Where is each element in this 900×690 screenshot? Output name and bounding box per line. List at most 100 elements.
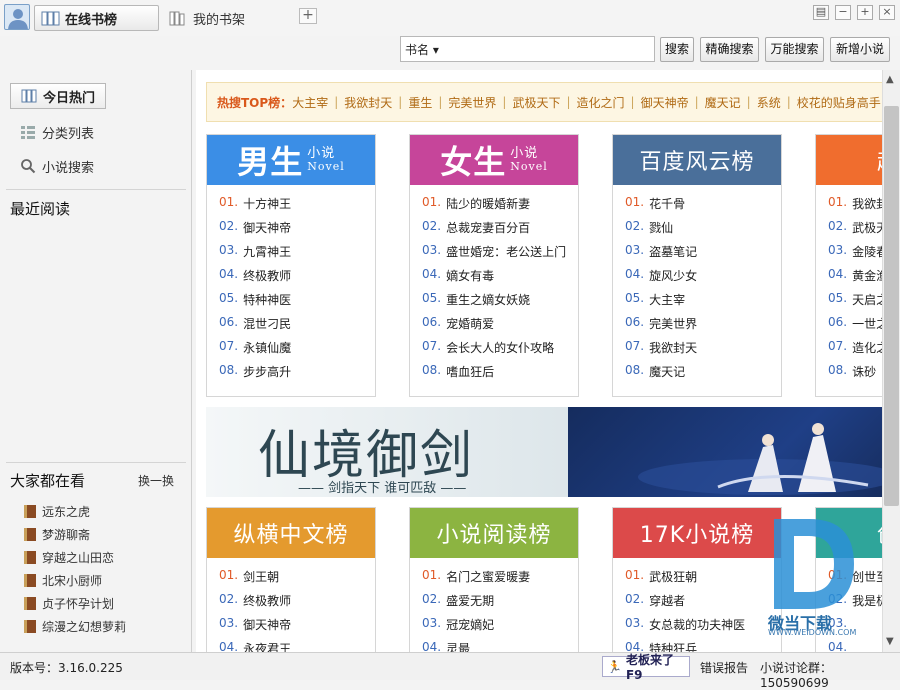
ranking-list-item[interactable]: 03. 御天神帝	[219, 616, 375, 640]
popular-book-item[interactable]: 北宋小厨师	[24, 570, 102, 590]
ranking-card-header[interactable]: 男生 小说 Novel	[207, 135, 375, 185]
ranking-list-item[interactable]: 07. 永镇仙魔	[219, 339, 375, 363]
ranking-card-header[interactable]: 起点	[816, 135, 882, 185]
ranking-list-item[interactable]: 06. 一世之尊	[828, 315, 882, 339]
ranking-list-item[interactable]: 03. 九霄神王	[219, 243, 375, 267]
popular-book-item[interactable]: 梦游聊斋	[24, 524, 90, 544]
ranking-list-item[interactable]: 06. 完美世界	[625, 315, 781, 339]
ranking-list-item[interactable]: 01. 花千骨	[625, 195, 781, 219]
ranking-list-item[interactable]: 03. 金陵春	[828, 243, 882, 267]
hot-search-item[interactable]: 完美世界	[448, 94, 496, 111]
refresh-popular-link[interactable]: 换一换	[138, 472, 174, 489]
promo-banner[interactable]: 仙境御剑 —— 剑指天下 谁可匹敌 ——	[206, 407, 882, 497]
ranking-list-item[interactable]: 08. 嗜血狂后	[422, 363, 578, 387]
close-button[interactable]: ×	[879, 5, 895, 20]
hot-search-item[interactable]: 大主宰	[292, 94, 328, 111]
ranking-list-item[interactable]: 03. 冠宠嫡妃	[422, 616, 578, 640]
exact-search-button[interactable]: 精确搜索	[700, 37, 759, 62]
ranking-list-item[interactable]: 04. 永夜君王	[219, 640, 375, 652]
ranking-list-item[interactable]: 04. 黄金渔场	[828, 267, 882, 291]
vertical-scrollbar[interactable]: ▲ ▼	[882, 70, 900, 652]
add-tab-button[interactable]: +	[299, 8, 317, 24]
hot-search-item[interactable]: 造化之门	[577, 94, 625, 111]
restore-window-button[interactable]: ▤	[813, 5, 829, 20]
hot-search-item[interactable]: 魔天记	[705, 94, 741, 111]
minimize-button[interactable]: −	[835, 5, 851, 20]
scroll-up-icon[interactable]: ▲	[886, 74, 894, 85]
ranking-list-item[interactable]: 01. 陆少的暖婚新妻	[422, 195, 578, 219]
book-title: 宠婚萌爱	[446, 317, 495, 331]
ranking-card-header[interactable]: 17K小说榜	[613, 508, 781, 558]
ranking-list-item[interactable]: 02. 戮仙	[625, 219, 781, 243]
ranking-list-item[interactable]: 01. 十方神王	[219, 195, 375, 219]
ranking-list-item[interactable]: 01. 剑王朝	[219, 568, 375, 592]
popular-book-item[interactable]: 远东之虎	[24, 501, 90, 521]
hot-search-item[interactable]: 武极天下	[512, 94, 560, 111]
hot-search-item[interactable]: 我欲封天	[344, 94, 392, 111]
ranking-list-item[interactable]: 07. 会长大人的女仆攻略	[422, 339, 578, 363]
ranking-list-item[interactable]: 08. 魔天记	[625, 363, 781, 387]
ranking-list-item[interactable]: 02. 终极教师	[219, 592, 375, 616]
popular-book-item[interactable]: 综漫之幻想萝莉	[24, 616, 126, 636]
rank-number: 06.	[219, 315, 239, 329]
ranking-list-item[interactable]: 08. 诛砂	[828, 363, 882, 387]
popular-book-item[interactable]: 贞子怀孕计划	[24, 593, 114, 613]
ranking-card-header[interactable]: 纵横中文榜	[207, 508, 375, 558]
ranking-list-item[interactable]: 02. 总裁宠妻百分百	[422, 219, 578, 243]
ranking-list-item[interactable]: 05. 重生之嫡女妖娆	[422, 291, 578, 315]
tab-my-bookshelf[interactable]: 我的书架	[163, 5, 283, 31]
sidebar-item-categories[interactable]: 分类列表	[10, 119, 180, 145]
ranking-list-item[interactable]: 01. 武极狂朝	[625, 568, 781, 592]
ranking-list-item[interactable]: 07. 造化之门	[828, 339, 882, 363]
user-avatar[interactable]	[4, 4, 30, 30]
hot-search-item[interactable]: 系统	[757, 94, 781, 111]
ranking-list-item[interactable]: 08. 步步高升	[219, 363, 375, 387]
hot-search-item[interactable]: 御天神帝	[641, 94, 689, 111]
ranking-list-item[interactable]: 06. 宠婚萌爱	[422, 315, 578, 339]
boss-key-button[interactable]: 🏃 老板来了F9	[602, 653, 690, 682]
ranking-list-item[interactable]: 07. 我欲封天	[625, 339, 781, 363]
hot-search-item[interactable]: 校花的贴身高手	[797, 94, 881, 111]
ranking-list-item[interactable]: 03. 盛世婚宠：老公送上门	[422, 243, 578, 267]
sidebar-item-today-hot[interactable]: 今日热门	[10, 83, 106, 109]
ranking-card-header[interactable]: 女生 小说 Novel	[410, 135, 578, 185]
hot-search-label: 热搜TOP榜：	[217, 95, 293, 110]
universal-search-button[interactable]: 万能搜索	[765, 37, 824, 62]
error-report-link[interactable]: 错误报告	[700, 659, 748, 676]
book-title: 我欲封天	[649, 341, 698, 355]
ranking-list-item[interactable]: 02. 御天神帝	[219, 219, 375, 243]
ranking-list-item[interactable]: 04. 终极教师	[219, 267, 375, 291]
search-button[interactable]: 搜索	[660, 37, 694, 62]
search-type-dropdown[interactable]: 书名 ▾	[405, 41, 439, 58]
search-input[interactable]	[446, 38, 654, 60]
ranking-list-item[interactable]: 04. 旋风少女	[625, 267, 781, 291]
popular-book-item[interactable]: 穿越之山田恋	[24, 547, 114, 567]
ranking-list-item[interactable]: 02. 武极天下	[828, 219, 882, 243]
tab-online-rankings[interactable]: 在线书榜	[34, 5, 159, 31]
hot-search-item[interactable]: 重生	[408, 94, 432, 111]
ranking-list-item[interactable]: 03. 女总裁的功夫神医	[625, 616, 781, 640]
ranking-list-item[interactable]: 04.	[828, 640, 882, 652]
rank-number: 03.	[219, 616, 239, 630]
ranking-list-item[interactable]: 03. 盗墓笔记	[625, 243, 781, 267]
add-novel-button[interactable]: 新增小说	[830, 37, 890, 62]
maximize-button[interactable]: +	[857, 5, 873, 20]
book-title: 一世之尊	[852, 317, 882, 331]
ranking-list-item[interactable]: 02. 盛爱无期	[422, 592, 578, 616]
rank-number: 04.	[219, 267, 239, 281]
sidebar-item-novel-search[interactable]: 小说搜索	[10, 153, 180, 179]
ranking-list-item[interactable]: 04. 嫡女有毒	[422, 267, 578, 291]
ranking-list-item[interactable]: 02. 穿越者	[625, 592, 781, 616]
ranking-card-header[interactable]: 小说阅读榜	[410, 508, 578, 558]
ranking-list-item[interactable]: 01. 名门之蜜爱暖妻	[422, 568, 578, 592]
ranking-list-item[interactable]: 05. 大主宰	[625, 291, 781, 315]
ranking-list-item[interactable]: 05. 特种神医	[219, 291, 375, 315]
scrollbar-thumb[interactable]	[884, 106, 899, 506]
ranking-list-item[interactable]: 05. 天启之门	[828, 291, 882, 315]
scroll-down-icon[interactable]: ▼	[886, 636, 894, 647]
hot-search-bar: 热搜TOP榜： 大主宰 | 我欲封天 | 重生 | 完美世界 | 武极天下 | 造化之门 |…	[206, 82, 882, 122]
ranking-list-item[interactable]: 04. 灵最	[422, 640, 578, 652]
ranking-list-item[interactable]: 01. 我欲封天	[828, 195, 882, 219]
ranking-list-item[interactable]: 06. 混世刁民	[219, 315, 375, 339]
ranking-card-header[interactable]: 百度风云榜	[613, 135, 781, 185]
